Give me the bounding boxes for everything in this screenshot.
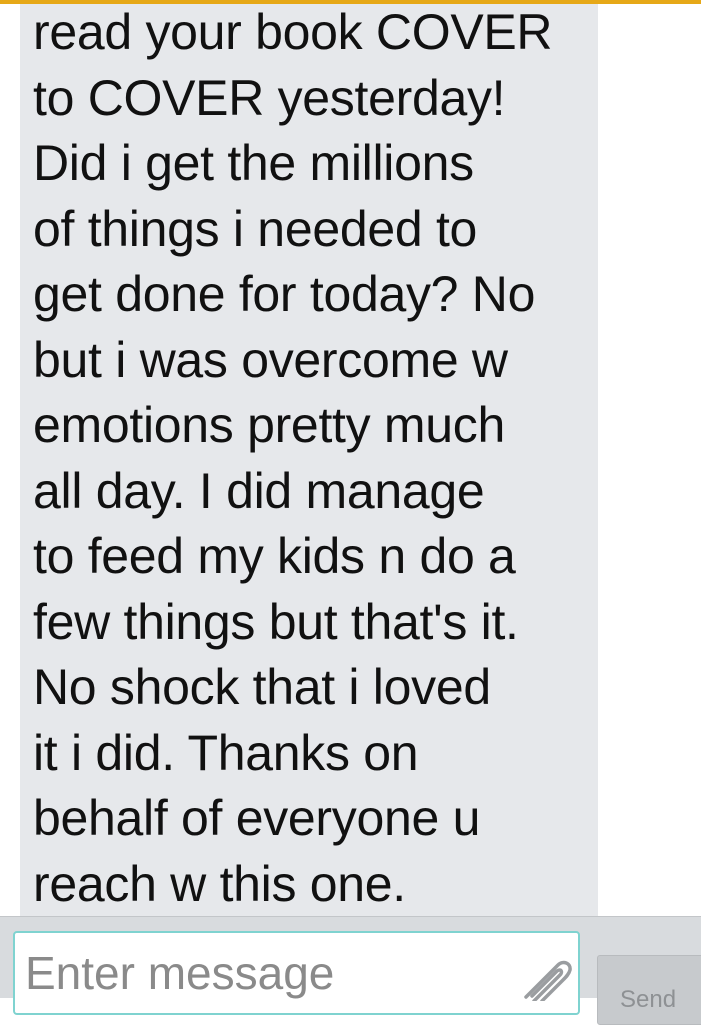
received-message-bubble[interactable]: read your book COVER to COVER yesterday!…: [20, 4, 598, 916]
message-line: of things i needed to: [33, 200, 478, 257]
message-line: few things but that's it.: [33, 593, 519, 650]
message-line: to feed my kids n do a: [33, 528, 516, 584]
send-button[interactable]: Send: [597, 955, 701, 1025]
message-text: read your book COVER to COVER yesterday!…: [33, 4, 553, 916]
message-line: read your book COVER: [33, 4, 553, 60]
message-line: No shock that i loved: [33, 659, 491, 715]
message-input-container[interactable]: [13, 931, 580, 1015]
message-line: reach w this one.: [33, 855, 406, 912]
message-line: get done for today? No: [33, 266, 536, 322]
message-line: emotions pretty much: [33, 397, 505, 453]
message-composer: Send: [0, 916, 701, 1025]
paperclip-icon[interactable]: [520, 951, 576, 1003]
message-line: Did i get the millions: [33, 135, 474, 191]
message-line: to COVER yesterday!: [33, 69, 506, 126]
message-line: but i was overcome w: [33, 331, 508, 388]
message-line: behalf of everyone u: [33, 790, 481, 846]
conversation-view[interactable]: read your book COVER to COVER yesterday!…: [0, 4, 701, 916]
message-input[interactable]: [25, 943, 505, 1003]
message-line: all day. I did manage: [33, 462, 485, 519]
message-line: it i did. Thanks on: [33, 724, 419, 781]
